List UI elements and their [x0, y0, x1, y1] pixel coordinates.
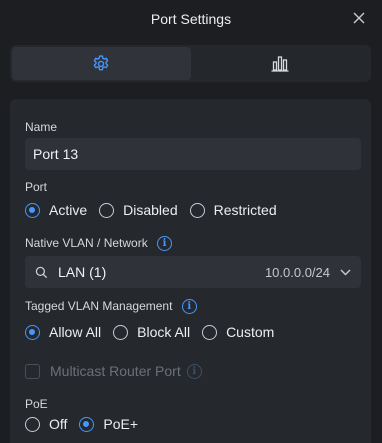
vlan-select[interactable]: LAN (1) 10.0.0.0/24: [25, 256, 361, 288]
settings-panel: Name Port 13 Port Active Disabled Restri…: [10, 99, 371, 443]
poe-option-poe-plus[interactable]: PoE+: [79, 416, 138, 432]
port-option-active[interactable]: Active: [25, 202, 87, 218]
info-icon[interactable]: i: [186, 363, 202, 379]
multicast-router-checkbox[interactable]: [25, 363, 40, 379]
vlan-label-row: Native VLAN / Network i: [25, 236, 173, 252]
chevron-down-icon: [340, 269, 351, 275]
radio-selected-icon: [25, 202, 40, 218]
radio-icon: [113, 324, 129, 340]
name-label: Name: [25, 120, 58, 134]
multicast-router-label: Multicast Router Port: [50, 363, 181, 379]
radio-icon: [25, 416, 40, 432]
info-icon[interactable]: i: [157, 236, 173, 252]
tagged-radio-group: Allow All Block All Custom: [25, 324, 286, 340]
search-icon: [35, 266, 48, 278]
radio-selected-icon: [79, 416, 95, 432]
radio-selected-icon: [25, 324, 40, 340]
tab-settings[interactable]: [12, 47, 191, 80]
vlan-label: Native VLAN / Network: [25, 236, 148, 250]
tab-bar: [10, 45, 371, 82]
name-value: Port 13: [33, 146, 79, 162]
radio-icon: [189, 202, 205, 218]
port-option-restricted[interactable]: Restricted: [189, 202, 277, 218]
tagged-option-block-all[interactable]: Block All: [113, 324, 190, 340]
tagged-option-allow-all[interactable]: Allow All: [25, 324, 101, 340]
dialog-title: Port Settings: [150, 11, 232, 27]
tagged-label-row: Tagged VLAN Management i: [25, 299, 197, 315]
multicast-router-row: Multicast Router Port i: [25, 363, 202, 379]
vlan-value: LAN (1): [58, 264, 107, 280]
port-label: Port: [25, 180, 48, 194]
vlan-subnet: 10.0.0.0/24: [264, 264, 330, 280]
name-field[interactable]: Port 13: [25, 138, 361, 170]
poe-option-off[interactable]: Off: [25, 416, 67, 432]
radio-icon: [202, 324, 218, 340]
port-radio-group: Active Disabled Restricted: [25, 202, 289, 218]
bar-chart-icon: [271, 55, 289, 72]
tagged-label: Tagged VLAN Management: [25, 299, 173, 313]
tab-statistics[interactable]: [191, 47, 370, 80]
close-icon[interactable]: [352, 11, 366, 25]
radio-icon: [99, 202, 115, 218]
poe-radio-group: Off PoE+: [25, 416, 150, 432]
port-option-disabled[interactable]: Disabled: [99, 202, 178, 218]
info-icon[interactable]: i: [181, 299, 197, 315]
dialog-header: Port Settings: [0, 0, 382, 38]
gear-icon: [93, 54, 109, 70]
poe-label: PoE: [25, 397, 48, 411]
tagged-option-custom[interactable]: Custom: [202, 324, 274, 340]
